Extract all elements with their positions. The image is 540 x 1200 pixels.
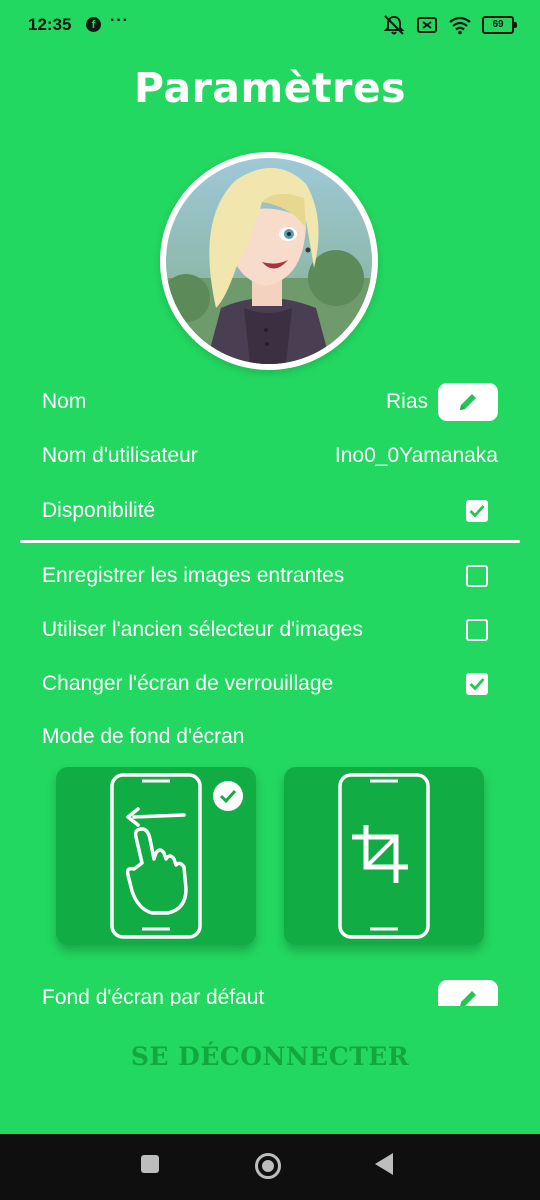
section-divider xyxy=(20,540,520,543)
page-title: Paramètres xyxy=(133,64,407,112)
facebook-icon: f xyxy=(86,17,101,32)
selected-check-icon xyxy=(213,781,243,811)
edit-name-button[interactable] xyxy=(438,383,498,421)
check-icon xyxy=(469,678,485,691)
check-icon xyxy=(469,505,485,518)
battery-icon: 69 xyxy=(482,16,517,34)
edit-default-wallpaper-button[interactable] xyxy=(438,980,498,1006)
username-label: Nom d'utilisateur xyxy=(42,444,198,467)
availability-checkbox[interactable] xyxy=(466,500,488,522)
wallpaper-mode-label: Mode de fond d'écran xyxy=(42,725,245,748)
availability-label: Disponibilité xyxy=(42,499,156,522)
change-lock-screen-row[interactable]: Changer l'écran de verrouillage xyxy=(42,666,498,702)
crop-icon xyxy=(338,773,430,939)
mute-icon xyxy=(383,15,405,35)
avatar-image xyxy=(166,158,372,364)
home-button[interactable] xyxy=(255,1153,281,1179)
username-value: Ino0_0Yamanaka xyxy=(334,444,498,467)
recents-button[interactable] xyxy=(141,1155,159,1173)
save-incoming-images-row[interactable]: Enregistrer les images entrantes xyxy=(42,558,498,594)
default-wallpaper-row: Fond d'écran par défaut xyxy=(42,980,498,1006)
logout-button[interactable]: SE DÉCONNECTER xyxy=(0,1042,540,1071)
sim-off-icon xyxy=(417,17,437,33)
pencil-icon xyxy=(460,991,476,1006)
old-image-picker-row[interactable]: Utiliser l'ancien sélecteur d'images xyxy=(42,612,498,648)
name-row: Nom Rias xyxy=(42,383,498,421)
old-image-picker-label: Utiliser l'ancien sélecteur d'images xyxy=(42,618,363,641)
status-time: 12:35 xyxy=(28,15,72,34)
wallpaper-mode-row: Mode de fond d'écran xyxy=(42,719,498,755)
name-label: Nom xyxy=(42,390,87,413)
more-dots-icon: ··· xyxy=(110,12,129,29)
change-lock-screen-label: Changer l'écran de verrouillage xyxy=(42,672,334,695)
username-row: Nom d'utilisateur Ino0_0Yamanaka xyxy=(42,438,498,474)
old-image-picker-checkbox[interactable] xyxy=(466,619,488,641)
save-incoming-images-checkbox[interactable] xyxy=(466,565,488,587)
wifi-icon xyxy=(449,16,471,35)
pencil-icon xyxy=(460,394,476,410)
status-bar: 12:35 f ··· 69 xyxy=(0,0,540,52)
default-wallpaper-label: Fond d'écran par défaut xyxy=(42,986,265,1006)
avatar[interactable] xyxy=(160,152,378,370)
wallpaper-mode-crop-card[interactable] xyxy=(284,767,484,945)
back-button[interactable] xyxy=(375,1153,393,1175)
default-wallpaper-row-clip: Fond d'écran par défaut xyxy=(0,980,540,1006)
change-lock-screen-checkbox[interactable] xyxy=(466,673,488,695)
availability-row[interactable]: Disponibilité xyxy=(42,493,498,529)
save-incoming-images-label: Enregistrer les images entrantes xyxy=(42,564,345,587)
name-value: Rias xyxy=(385,390,428,413)
